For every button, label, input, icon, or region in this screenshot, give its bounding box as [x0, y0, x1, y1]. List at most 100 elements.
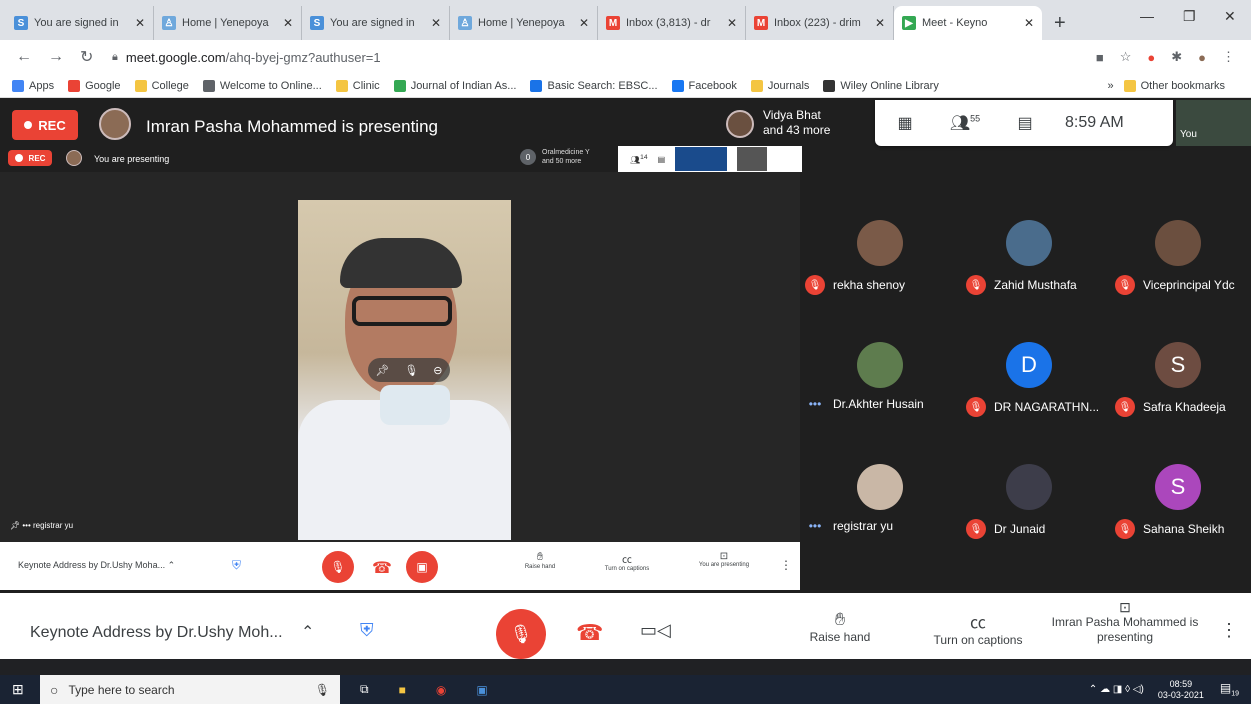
browser-menu-icon[interactable]: ⋮: [1222, 49, 1235, 65]
windows-start-icon[interactable]: ⊞: [12, 681, 24, 698]
participant-tile[interactable]: 🎙︎ rekha shenoy: [805, 215, 953, 335]
bookmark-item[interactable]: Google: [68, 79, 121, 92]
file-explorer-icon[interactable]: ■: [399, 683, 406, 697]
inner-raise-label: Raise hand: [524, 564, 556, 570]
bookmark-item[interactable]: Welcome to Online...: [202, 79, 322, 92]
puzzle-icon[interactable]: ✱: [1171, 49, 1182, 65]
bookmark-item[interactable]: Journals: [750, 79, 809, 92]
mic-taskbar-icon[interactable]: 🎙︎: [315, 683, 330, 697]
participant-name: Dr Junaid: [994, 522, 1046, 536]
bookmark-item[interactable]: Journal of Indian As...: [393, 79, 516, 92]
video-hover-controls[interactable]: 📌︎ 🎙︎ ⊖: [368, 358, 450, 382]
mic-small-icon[interactable]: 🎙︎: [404, 364, 418, 377]
close-tab-icon[interactable]: ✕: [283, 16, 293, 30]
bookmark-item[interactable]: Wiley Online Library: [823, 79, 939, 92]
forward-icon[interactable]: →: [48, 48, 72, 66]
bookmarks-bar: Apps Google College Welcome to Online... Cli…: [0, 74, 1251, 98]
browser-tab[interactable]: S You are signed in ✕: [6, 6, 154, 40]
bookmark-icon: [393, 79, 406, 92]
tray-icons[interactable]: ⌃ ☁ ◨ ◊ ◁): [1089, 684, 1144, 695]
details-icon[interactable]: ▦: [875, 113, 935, 133]
reload-icon[interactable]: ↻: [80, 47, 104, 67]
browser-tab[interactable]: M Inbox (3,813) - dr ✕: [598, 6, 746, 40]
bookmark-label: Facebook: [688, 79, 737, 92]
hangup-button[interactable]: ☎︎: [576, 620, 603, 646]
bookmark-icon: [134, 79, 147, 92]
bookmark-item[interactable]: Basic Search: EBSC...: [530, 79, 658, 92]
back-icon[interactable]: ←: [16, 48, 40, 66]
participant-avatar: S: [1155, 342, 1201, 388]
browser-tab[interactable]: ♙ Home | Yenepoya ✕: [450, 6, 598, 40]
bookmark-item[interactable]: Apps: [12, 79, 54, 92]
app-icon[interactable]: ▣: [476, 683, 487, 697]
inner-captions: ㏄ Turn on captions: [595, 551, 659, 572]
new-tab-button[interactable]: +: [1042, 6, 1078, 40]
mic-off-button[interactable]: 🎙︎: [496, 609, 546, 659]
close-tab-icon[interactable]: ✕: [579, 16, 589, 30]
participant-initial: S: [1170, 474, 1186, 499]
participant-name-row: 🎙︎ Zahid Musthafa: [954, 275, 1102, 295]
other-bookmarks-folder[interactable]: Other bookmarks: [1123, 79, 1225, 92]
restore-icon[interactable]: ❐: [1183, 8, 1196, 25]
inner-chat-icon: ▤: [657, 154, 666, 164]
participant-tile[interactable]: 🎙︎ Zahid Musthafa: [954, 215, 1102, 335]
remove-icon[interactable]: ⊖: [433, 364, 442, 377]
clock[interactable]: 08:59 03-03-2021: [1158, 679, 1204, 701]
bookmark-item[interactable]: College: [134, 79, 189, 92]
task-view-icon[interactable]: ⧉: [360, 682, 369, 697]
taskbar-search[interactable]: ○ Type here to search 🎙︎: [40, 675, 340, 704]
raise-hand-button[interactable]: ✋︎ Raise hand: [800, 609, 880, 644]
clock-date: 03-03-2021: [1157, 689, 1204, 700]
url-field[interactable]: meet.google.com/ahq-byej-gmz?authuser=1: [126, 50, 381, 65]
extension-icon[interactable]: ●: [1147, 50, 1155, 65]
close-tab-icon[interactable]: ✕: [875, 16, 885, 30]
meeting-title[interactable]: Keynote Address by Dr.Ushy Moh... ⌃: [30, 622, 314, 642]
inner-others-name: Oralmedicine Y: [542, 149, 590, 156]
camera-indicator-icon[interactable]: ■: [1096, 50, 1104, 65]
participant-tile[interactable]: ••• Dr.Akhter Husain: [805, 337, 953, 457]
close-window-icon[interactable]: ✕: [1224, 8, 1236, 25]
participant-tile[interactable]: D 🎙︎ DR NAGARATHN...: [954, 337, 1102, 457]
participant-name: Viceprincipal Ydc: [1143, 278, 1235, 292]
stage-name-label: 📌︎ ••• registrar yu: [10, 521, 74, 530]
close-tab-icon[interactable]: ✕: [135, 16, 145, 30]
more-options-icon[interactable]: ⋮: [1220, 620, 1238, 641]
close-tab-icon[interactable]: ✕: [1024, 16, 1034, 30]
participant-avatar: [1006, 464, 1052, 510]
people-count: 55: [970, 113, 981, 124]
participant-tile[interactable]: S 🎙︎ Safra Khadeeja: [1103, 337, 1251, 457]
browser-tab[interactable]: M Inbox (223) - drim ✕: [746, 6, 894, 40]
people-icon[interactable]: 👥︎55: [935, 113, 995, 133]
mic-muted-icon: 🎙︎: [1115, 275, 1135, 295]
camera-button[interactable]: ▭◁: [640, 620, 671, 641]
bookmark-icon: [530, 79, 543, 92]
mic-muted-icon: 🎙︎: [966, 275, 986, 295]
chat-icon[interactable]: ▤: [995, 113, 1055, 133]
tab-title: You are signed in: [330, 17, 415, 29]
shield-icon[interactable]: ⛨: [360, 620, 374, 641]
participant-tile[interactable]: ••• registrar yu: [805, 459, 953, 579]
browser-tab[interactable]: ▶ Meet - Keyno ✕: [894, 6, 1042, 40]
browser-tab[interactable]: ♙ Home | Yenepoya ✕: [154, 6, 302, 40]
participant-name-row: 🎙︎ DR NAGARATHN...: [954, 397, 1102, 417]
minimize-icon[interactable]: —: [1140, 8, 1154, 24]
close-tab-icon[interactable]: ✕: [431, 16, 441, 30]
more-bookmarks-button[interactable]: »: [1108, 80, 1114, 92]
pin-icon[interactable]: 📌︎: [375, 364, 389, 377]
rec-indicator[interactable]: REC: [12, 110, 78, 140]
participant-tile[interactable]: 🎙︎ Viceprincipal Ydc: [1103, 215, 1251, 335]
captions-button[interactable]: ㏄ Turn on captions: [922, 609, 1034, 647]
star-icon[interactable]: ☆: [1120, 49, 1132, 65]
bookmark-item[interactable]: Facebook: [671, 79, 737, 92]
chevron-up-icon[interactable]: ⌃: [301, 624, 314, 641]
close-tab-icon[interactable]: ✕: [727, 16, 737, 30]
notification-icon[interactable]: ▤19: [1220, 681, 1239, 697]
tab-title: Home | Yenepoya: [478, 17, 565, 29]
profile-avatar-icon[interactable]: ●: [1198, 50, 1206, 65]
presenting-status-button[interactable]: ⊡ Imran Pasha Mohammed is presenting: [1050, 600, 1200, 645]
browser-tab[interactable]: S You are signed in ✕: [302, 6, 450, 40]
participant-tile[interactable]: 🎙︎ Dr Junaid: [954, 459, 1102, 579]
bookmark-item[interactable]: Clinic: [335, 79, 380, 92]
participant-tile[interactable]: S 🎙︎ Sahana Sheikh: [1103, 459, 1251, 579]
chrome-icon[interactable]: ◉: [436, 683, 446, 697]
